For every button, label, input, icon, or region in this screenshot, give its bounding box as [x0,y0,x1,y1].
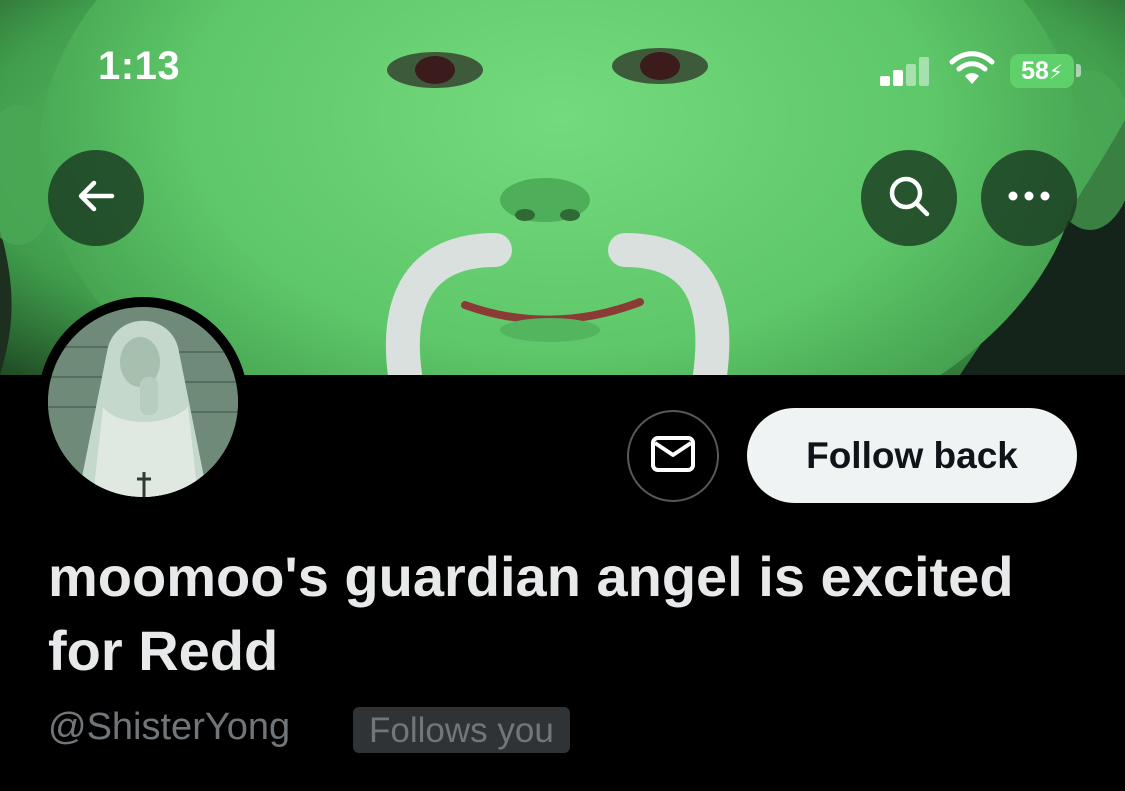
cellular-signal-icon [880,56,932,86]
search-icon [886,173,932,224]
battery-indicator: 58⚡ [1010,54,1074,88]
more-options-button[interactable] [981,150,1077,246]
user-handle: @ShisterYong [48,706,291,748]
charging-bolt-icon: ⚡ [1048,62,1063,84]
status-time: 1:13 [98,44,181,88]
message-button[interactable] [627,410,719,502]
avatar[interactable] [48,307,238,497]
profile-screen: 1:13 58⚡ Follow back moomoo's guardian a… [0,0,1125,791]
battery-tip [1076,64,1081,77]
battery-level: 58 [1021,57,1049,85]
search-button[interactable] [861,150,957,246]
more-horizontal-icon [1007,189,1051,207]
avatar-border [38,297,248,507]
envelope-icon [650,435,696,478]
arrow-left-icon [74,174,118,223]
wifi-icon [948,50,996,86]
follow-back-button[interactable]: Follow back [747,408,1077,503]
back-button[interactable] [48,150,144,246]
display-name: moomoo's guardian angel is excited for R… [48,545,1014,682]
follows-you-badge: Follows you [353,707,570,753]
avatar-photo-illustration [48,307,238,497]
